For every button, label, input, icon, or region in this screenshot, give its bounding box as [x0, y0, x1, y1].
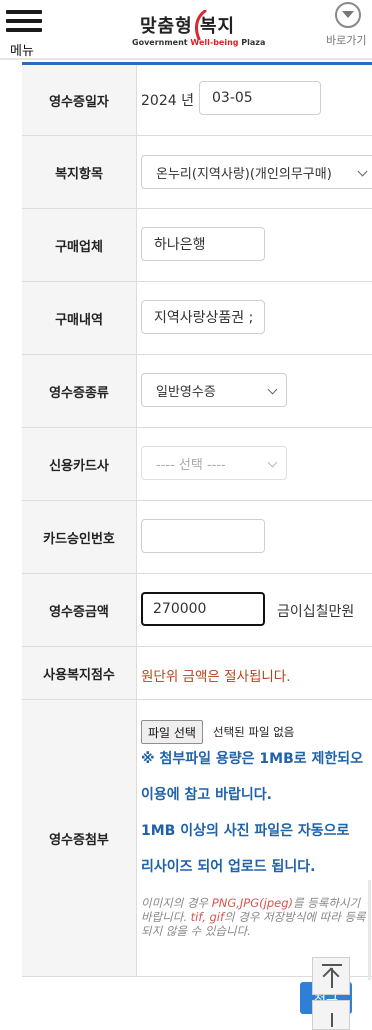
card-company-selected: ---- 선택 ---- — [156, 457, 226, 473]
attachment-notice-4: 리사이즈 되어 업로드 됩니다. — [141, 859, 316, 875]
receipt-form: 영수증일자 2024 년 03-05 복지항목 온누리(지역사랑)(개인의무구매… — [22, 62, 372, 977]
row-receipt-type: 영수증종류 일반영수증 — [22, 355, 372, 428]
card-company-select[interactable]: ---- 선택 ---- — [141, 446, 287, 480]
site-logo[interactable]: 맞춤형 복지 Government Well-being Plaza — [132, 10, 265, 54]
receipt-type-selected: 일반영수증 — [156, 384, 216, 400]
chevron-down-icon — [267, 457, 278, 468]
row-attachment: 영수증첨부 파일 선택 선택된 파일 없음 ※ 첨부파일 용량은 1MB로 제한… — [22, 700, 372, 977]
row-receipt-date: 영수증일자 2024 년 03-05 — [22, 65, 372, 136]
points-label: 사용복지점수 — [22, 647, 137, 699]
card-approval-label: 카드승인번호 — [22, 501, 137, 573]
file-select-button[interactable]: 파일 선택 — [141, 720, 203, 744]
row-welfare-item: 복지항목 온누리(지역사랑)(개인의무구매) — [22, 136, 372, 209]
card-company-label: 신용카드사 — [22, 428, 137, 500]
row-points: 사용복지점수 원단위 금액은 절사됩니다. — [22, 647, 372, 700]
amount-korean: 금이십칠만원 — [277, 604, 355, 620]
welfare-item-label: 복지항목 — [22, 136, 137, 208]
logo-subtitle: Government Well-being Plaza — [132, 38, 266, 47]
welfare-item-selected: 온누리(지역사랑)(개인의무구매) — [156, 166, 332, 182]
scroll-to-top-button[interactable] — [312, 957, 350, 995]
menu-button[interactable]: 메뉴 — [4, 6, 44, 59]
header-divider — [0, 58, 372, 60]
vendor-input[interactable]: 하나은행 — [141, 227, 265, 261]
receipt-year: 2024 년 — [141, 93, 194, 109]
menu-label: 메뉴 — [10, 44, 34, 59]
card-approval-input[interactable] — [141, 519, 265, 553]
row-card-approval: 카드승인번호 — [22, 501, 372, 574]
points-notice: 원단위 금액은 절사됩니다. — [141, 669, 291, 685]
chevron-down-icon — [267, 384, 278, 395]
attachment-notice-3: 1MB 이상의 사진 파일은 자동으로 — [141, 823, 350, 839]
file-status: 선택된 파일 없음 — [213, 725, 295, 739]
amount-input[interactable]: 270000 — [141, 592, 265, 626]
welfare-item-select[interactable]: 온누리(지역사랑)(개인의무구매) — [141, 155, 372, 189]
attachment-label: 영수증첨부 — [22, 700, 137, 976]
receipt-date-input[interactable]: 03-05 — [199, 81, 321, 115]
logo-text: 맞춤형 복지 — [140, 16, 236, 37]
shortcut-button[interactable]: 바로가기 — [322, 2, 372, 54]
arrow-down-icon — [331, 1013, 333, 1027]
header: 메뉴 맞춤형 복지 Government Well-being Plaza 바로… — [0, 0, 372, 59]
row-purchase-detail: 구매내역 지역사랑상품권 ; — [22, 282, 372, 355]
row-amount: 영수증금액 270000 금이십칠만원 — [22, 574, 372, 647]
logo-swoosh-icon — [195, 10, 207, 40]
receipt-type-select[interactable]: 일반영수증 — [141, 373, 287, 407]
file-extension-note: 이미지의 경우 PNG,JPG(jpeg)를 등록하시기 바랍니다. tif, … — [141, 896, 366, 938]
vendor-label: 구매업체 — [22, 209, 137, 281]
attachment-notice-1: ※ 첨부파일 용량은 1MB로 제한되오 — [141, 751, 364, 767]
chevron-down-circle-icon — [335, 2, 361, 28]
scroll-to-bottom-button[interactable] — [312, 1000, 350, 1030]
row-card-company: 신용카드사 ---- 선택 ---- — [22, 428, 372, 501]
amount-label: 영수증금액 — [22, 574, 137, 646]
chevron-down-icon — [357, 166, 368, 177]
shortcut-label: 바로가기 — [326, 34, 367, 47]
receipt-type-label: 영수증종류 — [22, 355, 137, 427]
purchase-detail-label: 구매내역 — [22, 282, 137, 354]
attachment-notice-2: 이용에 참고 바랍니다. — [141, 787, 272, 803]
row-vendor: 구매업체 하나은행 — [22, 209, 372, 282]
receipt-date-label: 영수증일자 — [22, 65, 137, 135]
purchase-detail-input[interactable]: 지역사랑상품권 ; — [141, 300, 265, 334]
page-scrollbar[interactable] — [368, 880, 371, 980]
